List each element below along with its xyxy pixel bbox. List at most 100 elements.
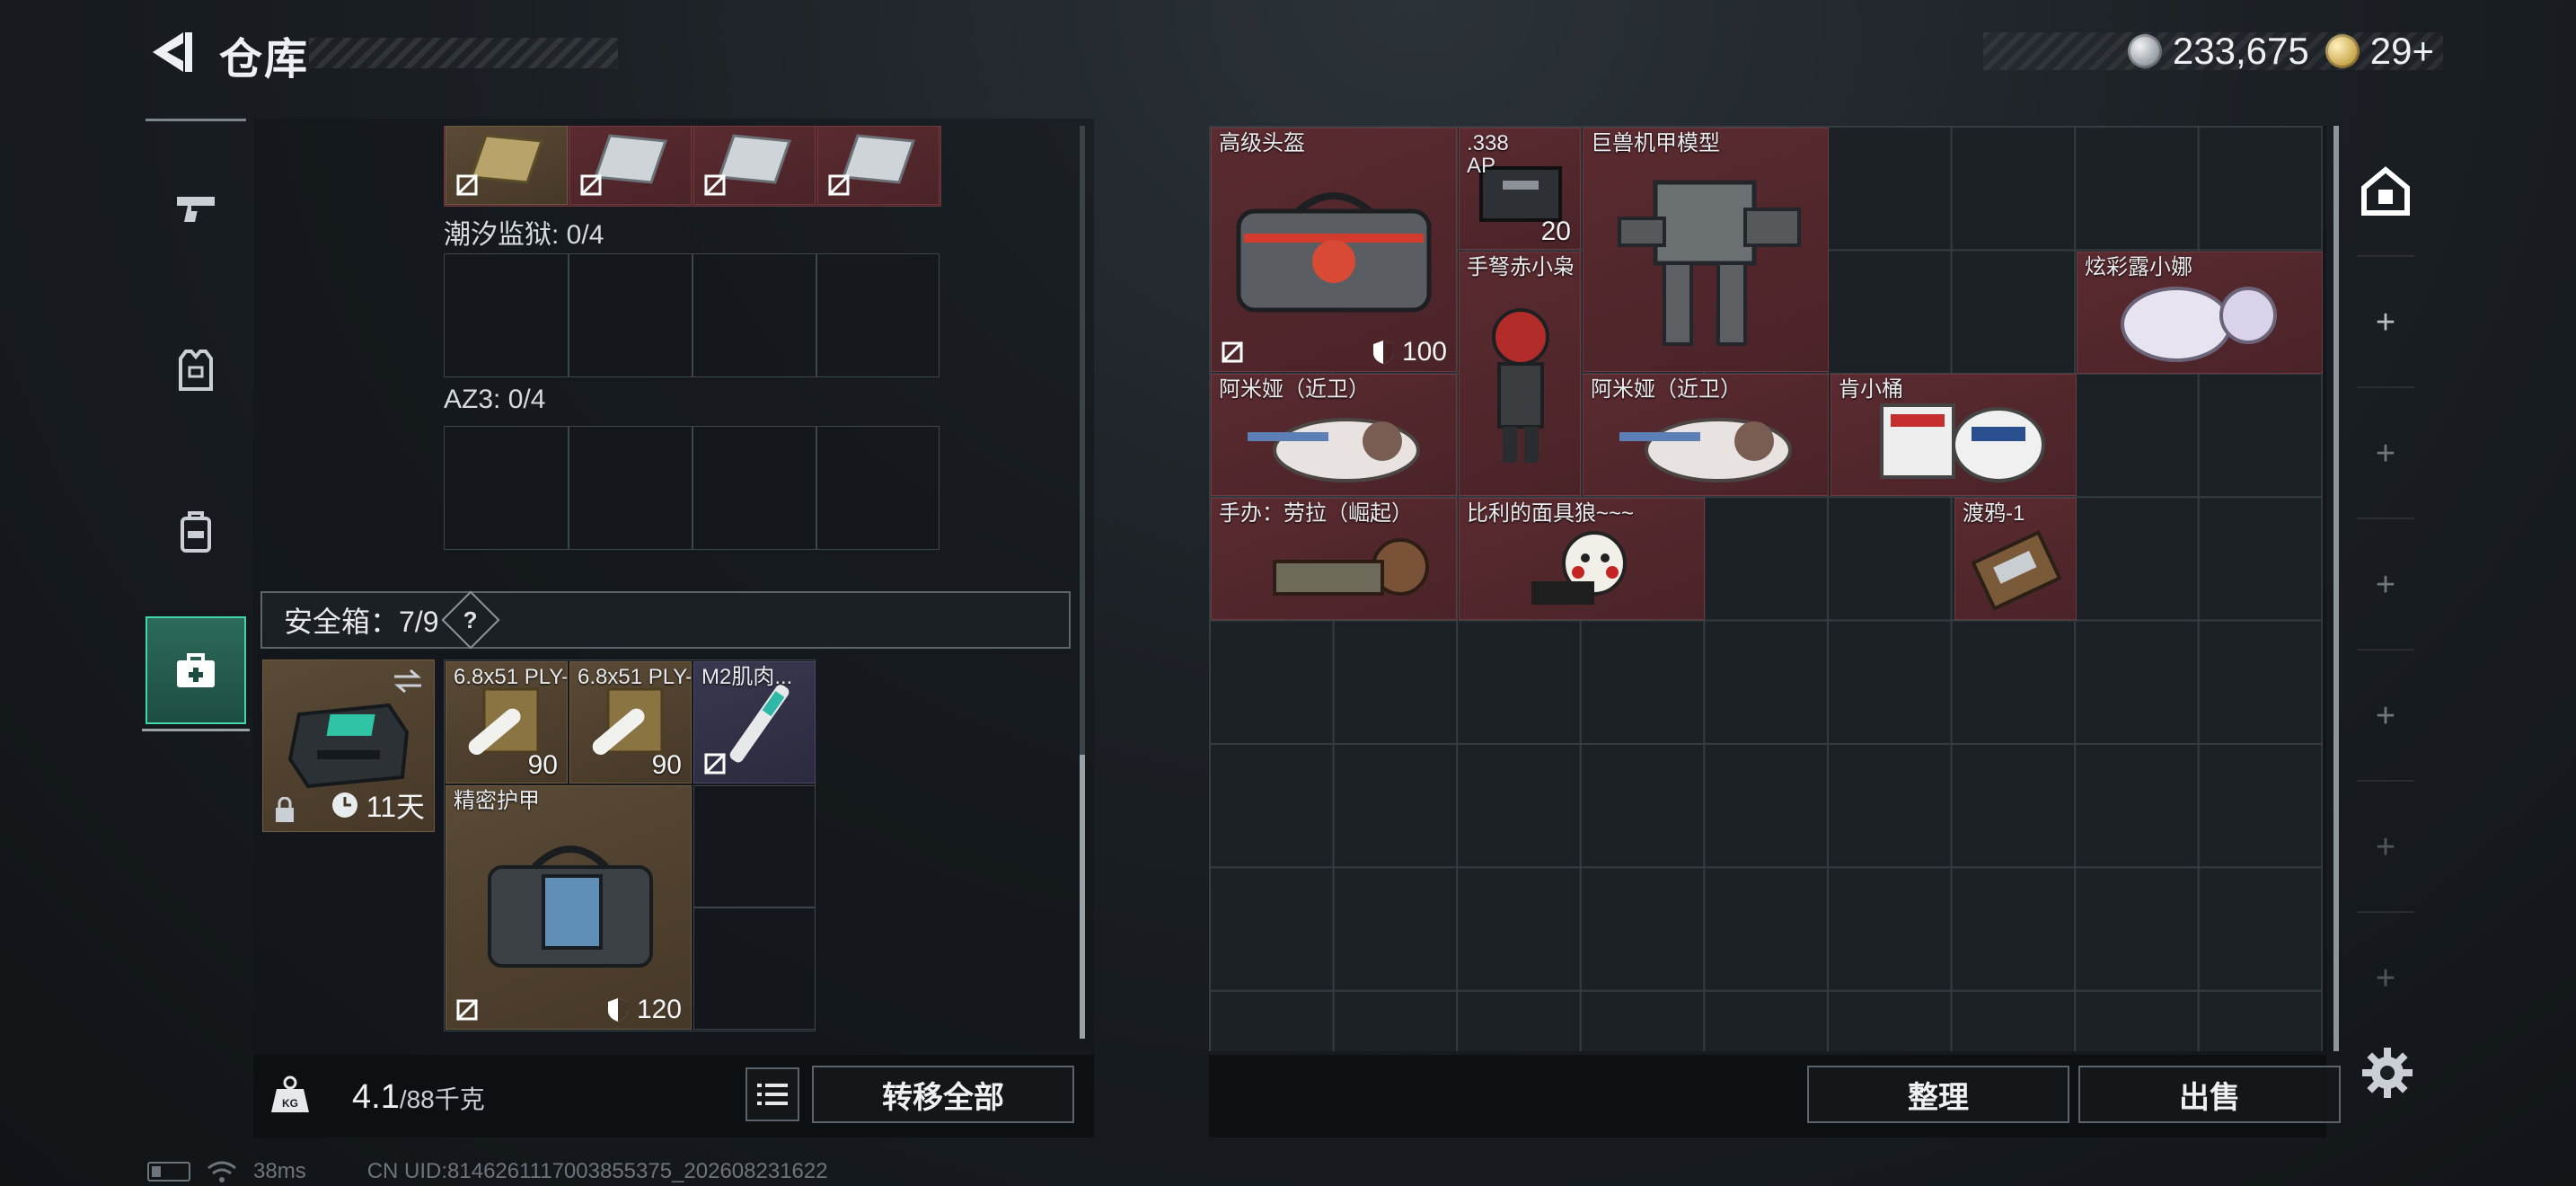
keycard-icon [841,134,916,184]
stash-grid: 高级头盔 100 .338 AP 20 巨兽机甲模型 手弩赤小枭 炫彩露小娜 阿… [1209,126,2326,1051]
pistol-icon [177,197,215,222]
anime-figure-icon [1248,418,1420,482]
tab-stash-add-1[interactable]: + [2346,257,2425,388]
plus-icon: + [2375,828,2396,866]
transfer-all-button[interactable]: 转移全部 [812,1066,1074,1123]
mech-figure-icon [1618,180,1801,346]
stash-item-ammo-338[interactable]: .338 AP 20 [1459,128,1581,250]
left-scroll-thumb[interactable] [1080,755,1085,1039]
shield-icon [1372,341,1393,364]
tab-safe-box[interactable] [142,616,250,731]
sell-button[interactable]: 出售 [2078,1066,2341,1123]
durability: 120 [606,995,682,1025]
puppet-figure-icon [1531,531,1627,605]
item-count: 90 [651,750,682,780]
silver-amount: 233,675 [2172,30,2309,72]
item-name: 手办：劳拉（崛起） [1219,501,1413,526]
helmet-bag-icon [1236,192,1432,313]
tab-stash-home[interactable] [2346,126,2425,257]
wifi-icon [207,1161,236,1182]
list-item[interactable] [693,126,816,205]
no-trade-icon [1221,341,1244,364]
no-trade-icon [827,173,851,197]
tab-weapons[interactable] [146,155,246,262]
plus-icon: + [2375,303,2396,341]
back-arrow-icon [153,32,192,72]
safe-case-icon [287,703,410,789]
tab-stash-add-3[interactable]: + [2346,519,2425,651]
sort-button[interactable]: 整理 [1807,1066,2069,1123]
weight-readout: 4.1 /88千克 [352,1078,485,1117]
stash-item-amiya-1[interactable]: 阿米娅（近卫） [1211,374,1457,496]
list-item[interactable] [817,126,940,205]
tab-stash-add-2[interactable]: + [2346,388,2425,519]
figure-icon [1273,538,1429,596]
medkit-case-icon [177,653,215,687]
item-name: 高级头盔 [1219,131,1305,155]
item-name: 巨兽机甲模型 [1591,131,1720,155]
stash-item-amiya-2[interactable]: 阿米娅（近卫） [1583,374,1829,496]
divider [568,253,569,377]
safe-box-container[interactable]: 11天 [262,659,435,832]
stash-scrollbar[interactable] [2333,126,2339,1051]
stash-item-helmet[interactable]: 高级头盔 100 [1211,128,1457,372]
safe-box-item-injector[interactable]: M2肌肉... [693,661,816,783]
user-uid: CN UID:8146261117003855375_202608231622 [366,1159,828,1183]
plus-icon: + [2375,434,2396,473]
ammo-box-icon [468,687,540,756]
safe-box-item-ammo-2[interactable]: 6.8x51 PLY-III 90 [569,661,692,783]
weight-current: 4.1 [352,1078,400,1116]
divider [816,426,817,550]
anime-figure-icon [1619,418,1792,482]
safe-box-item-ammo-1[interactable]: 6.8x51 PLY-III 90 [446,661,568,783]
tab-stash-add-6[interactable]: + [2346,913,2425,1044]
stash-item-crossbow-owl[interactable]: 手弩赤小枭 [1459,252,1581,496]
stash-bottom-bar: 整理 出售 [1209,1055,2341,1137]
gold-amount: 29+ [2369,30,2434,72]
list-item[interactable] [446,126,568,205]
safe-box-item-armor[interactable]: 精密护甲 120 [446,785,692,1030]
no-trade-icon [579,173,603,197]
currency-bar: 233,675 29+ [1983,30,2443,73]
list-icon [757,1084,788,1105]
empty-slot[interactable] [693,907,816,1030]
stash-item-bucket-figure[interactable]: 肯小桶 [1831,374,2077,496]
stash-item-mech-model[interactable]: 巨兽机甲模型 [1583,128,1829,372]
item-name: 比利的面具狼~~~ [1467,501,1635,526]
item-name: 炫彩露小娜 [2085,255,2192,279]
stash-scroll-thumb[interactable] [2333,126,2339,1051]
stash-item-lara-figure[interactable]: 手办：劳拉（崛起） [1211,498,1457,620]
stash-item-raven-1[interactable]: 渡鸦-1 [1954,498,2077,620]
ammo-box-icon [592,687,664,756]
list-view-button[interactable] [745,1067,799,1121]
divider [568,426,569,550]
left-scrollbar[interactable] [1080,126,1085,1039]
item-name: 渡鸦-1 [1963,501,2025,526]
gold-coin-icon [2325,34,2360,68]
tab-backpack[interactable] [146,478,246,586]
tab-stash-add-5[interactable]: + [2346,782,2425,913]
gold-currency[interactable]: 29+ [2325,30,2434,73]
armor-bag-icon [488,845,653,968]
stash-item-billy-mask[interactable]: 比利的面具狼~~~ [1459,498,1705,620]
empty-slot[interactable] [693,785,816,907]
header-stripe [309,38,618,68]
gear-icon[interactable] [2360,1046,2414,1100]
divider [816,253,817,377]
stash-page-tabs: + + + + + + [2346,126,2425,1024]
help-button[interactable]: ? [440,590,500,650]
house-icon [2361,166,2410,216]
tab-stash-add-4[interactable]: + [2346,651,2425,782]
padlock-icon [276,797,294,822]
plus-icon: + [2375,565,2396,604]
item-name: 6.8x51 PLY-III [578,665,691,689]
list-item[interactable] [569,126,692,205]
item-name: .338 AP [1467,131,1509,179]
bucket-figure-icon [1880,403,2045,482]
tab-armor[interactable] [146,316,246,424]
keycard-icon [717,134,792,184]
stash-item-rainbow-figure[interactable]: 炫彩露小娜 [2077,252,2323,374]
swap-icon[interactable] [391,668,425,695]
back-button[interactable] [144,25,207,79]
keycard-icon [593,134,668,184]
